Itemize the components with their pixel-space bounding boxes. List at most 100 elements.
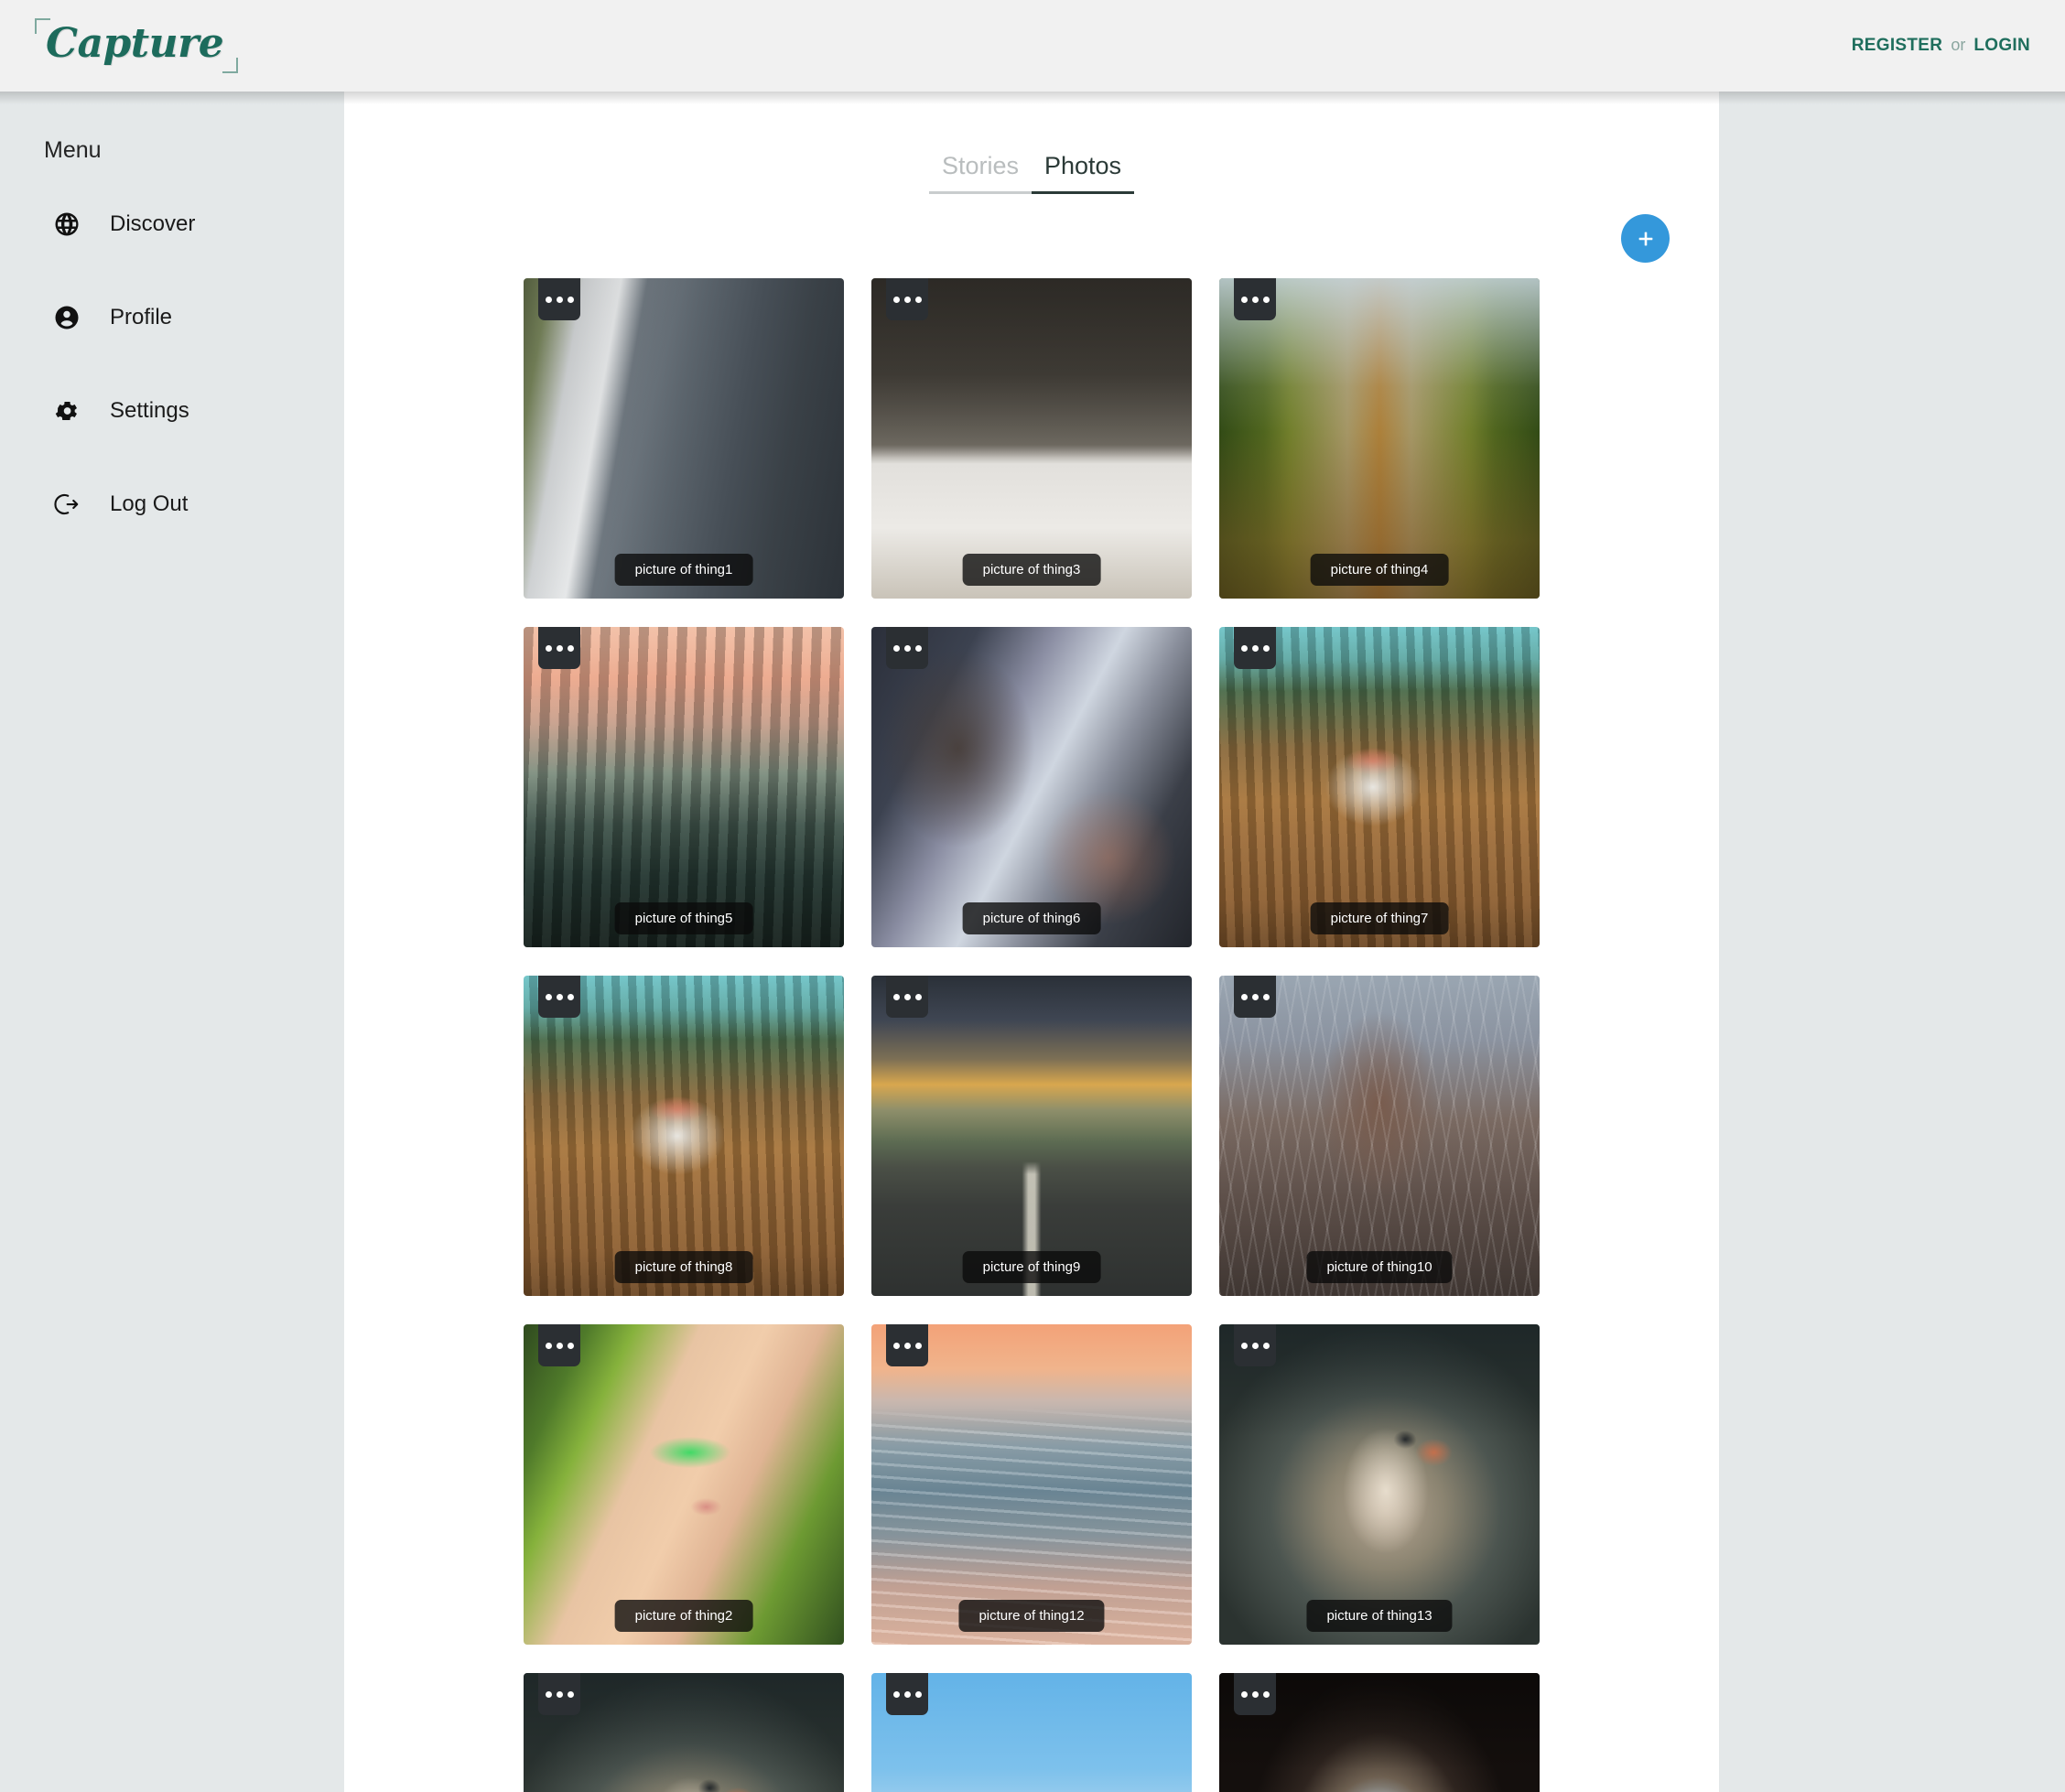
photo-thumbnail xyxy=(1219,278,1540,599)
photo-card[interactable]: picture of thing9 xyxy=(871,976,1192,1296)
sidebar-item-label-profile: Profile xyxy=(110,305,173,329)
sidebar-item-label-log-out: Log Out xyxy=(110,491,189,516)
photo-thumbnail xyxy=(1219,976,1540,1296)
content-tabs: Stories Photos xyxy=(344,92,1719,194)
sidebar-item-label-settings: Settings xyxy=(110,398,189,423)
photo-thumbnail xyxy=(871,976,1192,1296)
photo-card[interactable]: picture of thing10 xyxy=(1219,976,1540,1296)
photo-thumbnail xyxy=(871,278,1192,599)
photo-thumbnail xyxy=(1219,1324,1540,1645)
auth-links: REGISTER or LOGIN xyxy=(1852,36,2034,56)
ellipsis-icon xyxy=(892,1690,922,1698)
sidebar-item-log-out[interactable]: Log Out xyxy=(0,473,344,535)
photo-thumbnail xyxy=(524,627,844,947)
photo-options-button[interactable] xyxy=(1234,1324,1276,1366)
register-link[interactable]: REGISTER xyxy=(1852,36,1943,56)
ellipsis-icon xyxy=(545,296,574,303)
ellipsis-icon xyxy=(1240,296,1270,303)
photo-options-button[interactable] xyxy=(1234,627,1276,669)
ellipsis-icon xyxy=(1240,1690,1270,1698)
ellipsis-icon xyxy=(1240,644,1270,652)
photo-thumbnail xyxy=(524,976,844,1296)
photo-options-button[interactable] xyxy=(886,627,928,669)
app-logo[interactable]: Capture xyxy=(35,18,239,73)
photo-caption: picture of thing13 xyxy=(1306,1600,1453,1632)
photo-caption: picture of thing10 xyxy=(1306,1251,1453,1283)
add-photo-row xyxy=(344,214,1719,264)
logo-corner-top-left-icon xyxy=(35,18,50,34)
photo-options-button[interactable] xyxy=(538,1673,580,1715)
photo-options-button[interactable] xyxy=(538,1324,580,1366)
sidebar-item-profile[interactable]: Profile xyxy=(0,286,344,349)
add-photo-button[interactable] xyxy=(1621,214,1670,263)
logout-icon xyxy=(53,491,81,518)
photo-card[interactable]: picture of thing3 xyxy=(871,278,1192,599)
photo-card[interactable]: picture of thing6 xyxy=(871,627,1192,947)
photo-card[interactable] xyxy=(871,1673,1192,1792)
photo-caption: picture of thing2 xyxy=(614,1600,753,1632)
ellipsis-icon xyxy=(545,644,574,652)
ellipsis-icon xyxy=(892,296,922,303)
photo-options-button[interactable] xyxy=(886,1673,928,1715)
sidebar-item-settings[interactable]: Settings xyxy=(0,380,344,442)
photo-options-button[interactable] xyxy=(538,627,580,669)
photo-options-button[interactable] xyxy=(1234,1673,1276,1715)
photo-caption: picture of thing5 xyxy=(614,902,753,934)
gear-icon xyxy=(53,397,81,425)
photo-card[interactable]: picture of thing8 xyxy=(524,976,844,1296)
ellipsis-icon xyxy=(545,1342,574,1349)
photo-caption: picture of thing8 xyxy=(614,1251,753,1283)
sidebar: Menu Discover Profile Settings Log Out xyxy=(0,92,344,1792)
photo-thumbnail xyxy=(524,278,844,599)
person-circle-icon xyxy=(53,304,81,331)
photo-caption: picture of thing3 xyxy=(962,554,1101,586)
photo-thumbnail xyxy=(871,1324,1192,1645)
sidebar-item-label-discover: Discover xyxy=(110,211,196,236)
photo-options-button[interactable] xyxy=(886,278,928,320)
photo-card[interactable]: picture of thing2 xyxy=(524,1324,844,1645)
photo-options-button[interactable] xyxy=(886,1324,928,1366)
ellipsis-icon xyxy=(545,993,574,1000)
ellipsis-icon xyxy=(1240,1342,1270,1349)
photo-thumbnail xyxy=(524,1324,844,1645)
sidebar-item-discover[interactable]: Discover xyxy=(0,193,344,255)
photo-options-button[interactable] xyxy=(538,976,580,1018)
photo-card[interactable] xyxy=(1219,1673,1540,1792)
ellipsis-icon xyxy=(545,1690,574,1698)
ellipsis-icon xyxy=(892,1342,922,1349)
app-header: Capture REGISTER or LOGIN xyxy=(0,0,2065,92)
auth-separator: or xyxy=(1951,36,1966,54)
photo-options-button[interactable] xyxy=(1234,278,1276,320)
photo-caption: picture of thing12 xyxy=(958,1600,1105,1632)
photo-options-button[interactable] xyxy=(886,976,928,1018)
logo-corner-bottom-right-icon xyxy=(222,58,239,73)
photo-options-button[interactable] xyxy=(538,278,580,320)
tab-photos[interactable]: Photos xyxy=(1031,152,1135,194)
photo-card[interactable]: picture of thing1 xyxy=(524,278,844,599)
photo-caption: picture of thing9 xyxy=(962,1251,1101,1283)
ellipsis-icon xyxy=(1240,993,1270,1000)
tab-stories[interactable]: Stories xyxy=(928,152,1032,194)
photo-caption: picture of thing6 xyxy=(962,902,1101,934)
photo-grid: picture of thing1 picture of thing3 pictur… xyxy=(344,278,1719,1792)
photo-caption: picture of thing1 xyxy=(614,554,753,586)
plus-icon xyxy=(1638,232,1652,245)
photo-card[interactable]: picture of thing5 xyxy=(524,627,844,947)
photo-caption: picture of thing7 xyxy=(1310,902,1449,934)
photo-options-button[interactable] xyxy=(1234,976,1276,1018)
photo-caption: picture of thing4 xyxy=(1310,554,1449,586)
photo-card[interactable]: picture of thing12 xyxy=(871,1324,1192,1645)
sidebar-title: Menu xyxy=(44,137,102,163)
photo-card[interactable]: picture of thing13 xyxy=(1219,1324,1540,1645)
login-link[interactable]: LOGIN xyxy=(1973,36,2030,56)
photo-thumbnail xyxy=(1219,627,1540,947)
ellipsis-icon xyxy=(892,644,922,652)
globe-icon xyxy=(53,211,81,238)
photo-card[interactable] xyxy=(524,1673,844,1792)
photo-card[interactable]: picture of thing7 xyxy=(1219,627,1540,947)
photo-thumbnail xyxy=(871,627,1192,947)
photo-card[interactable]: picture of thing4 xyxy=(1219,278,1540,599)
ellipsis-icon xyxy=(892,993,922,1000)
logo-text: Capture xyxy=(46,20,224,67)
main-content: Stories Photos picture of thing1 picture … xyxy=(344,92,1719,1792)
